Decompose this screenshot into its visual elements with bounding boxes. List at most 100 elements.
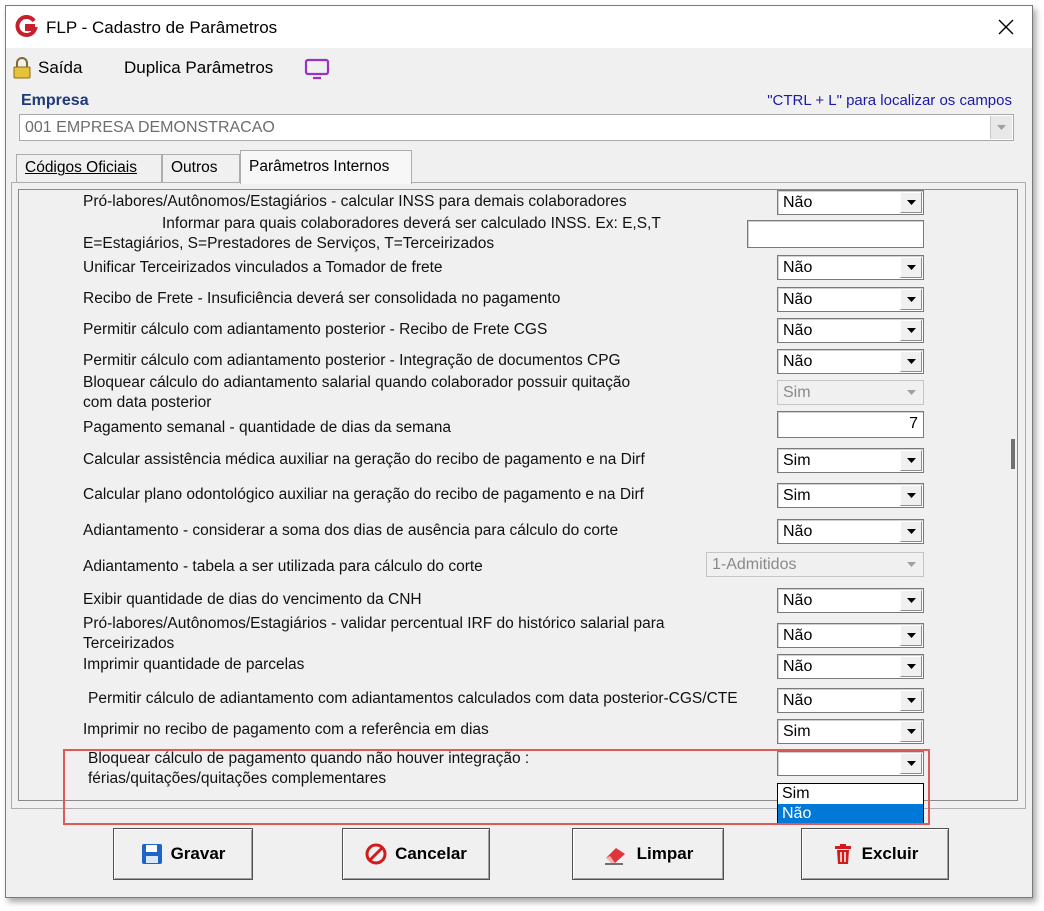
select-value: Não	[783, 592, 813, 609]
cancel-button[interactable]: Cancelar	[342, 828, 490, 880]
select-value: 1-Admitidos	[712, 556, 797, 573]
dropdown-button[interactable]	[900, 320, 922, 341]
field-value: 7	[909, 415, 918, 432]
scrollbar-thumb[interactable]	[1011, 439, 1015, 469]
dropdown-button[interactable]	[900, 485, 922, 506]
dropdown-button[interactable]	[900, 351, 922, 372]
dropdown-button[interactable]	[900, 192, 922, 213]
delete-button[interactable]: Excluir	[801, 828, 949, 880]
save-button[interactable]: Gravar	[113, 828, 253, 880]
dropdown-button[interactable]	[900, 257, 922, 278]
parameter-select[interactable]: Sim	[777, 719, 924, 744]
select-value: Não	[783, 322, 813, 339]
parameter-select[interactable]: Não	[777, 519, 924, 544]
clear-label: Limpar	[636, 844, 694, 863]
dropdown-button[interactable]	[900, 625, 922, 646]
close-icon	[998, 19, 1014, 35]
colaboradores-input[interactable]	[747, 220, 924, 248]
sair-label: Saída	[38, 58, 83, 77]
title-bar: FLP - Cadastro de Parâmetros	[6, 6, 1032, 48]
monitor-icon[interactable]	[304, 58, 330, 80]
parameter-select[interactable]: Não	[777, 688, 924, 713]
toolbar: Saída Duplica Parâmetros	[6, 48, 1032, 88]
duplicate-parameters-label: Duplica Parâmetros	[124, 58, 274, 77]
dropdown-button[interactable]	[900, 721, 922, 742]
tab-label: Códigos Oficiais	[25, 159, 137, 176]
search-hint: "CTRL + L" para localizar os campos	[767, 92, 1012, 109]
save-icon	[141, 844, 162, 864]
duplicate-parameters-button[interactable]: Duplica Parâmetros	[124, 57, 273, 79]
chevron-down-icon	[906, 729, 916, 734]
sair-button[interactable]: Saída	[12, 57, 82, 79]
dropdown-button	[900, 382, 922, 403]
parameter-select[interactable]: Não	[777, 654, 924, 679]
chevron-down-icon	[906, 297, 916, 302]
tab-outros[interactable]: Outros	[162, 154, 240, 182]
chevron-down-icon	[906, 529, 916, 534]
app-logo-icon	[15, 15, 38, 37]
dropdown-button[interactable]	[900, 656, 922, 677]
select-value: Sim	[783, 384, 811, 401]
select-value: Sim	[783, 723, 811, 740]
select-value: Não	[783, 194, 813, 211]
save-label: Gravar	[170, 844, 226, 863]
chevron-down-icon	[906, 633, 916, 638]
parameter-select[interactable]: Não	[777, 255, 924, 280]
dropdown-option-sim[interactable]: Sim	[778, 784, 923, 804]
parameter-select[interactable]: Não	[777, 190, 924, 215]
tab-label: Outros	[171, 159, 218, 176]
parameter-select[interactable]: Não	[777, 623, 924, 648]
parameter-select[interactable]	[777, 751, 924, 776]
chevron-down-icon	[997, 125, 1006, 130]
parameter-select[interactable]: Não	[777, 287, 924, 312]
chevron-down-icon	[906, 664, 916, 669]
select-value: Sim	[783, 487, 811, 504]
select-value: Sim	[783, 452, 811, 469]
tab-parametros-internos[interactable]: Parâmetros Internos	[240, 150, 412, 184]
parameter-select[interactable]: Sim	[777, 483, 924, 508]
dropdown-list[interactable]: Sim Não	[777, 783, 924, 825]
parameter-select: Sim	[777, 380, 924, 405]
delete-label: Excluir	[861, 844, 919, 863]
chevron-down-icon	[906, 359, 916, 364]
cancel-icon	[365, 843, 387, 865]
dropdown-button[interactable]	[900, 590, 922, 611]
chevron-down-icon	[906, 761, 916, 766]
parameter-select: 1-Admitidos	[706, 552, 924, 577]
window-title: FLP - Cadastro de Parâmetros	[46, 18, 278, 37]
dropdown-button	[900, 554, 922, 575]
tab-codigos-oficiais[interactable]: Códigos Oficiais	[16, 154, 162, 182]
clear-button[interactable]: Limpar	[572, 828, 724, 880]
chevron-down-icon	[906, 390, 916, 395]
select-value: Não	[783, 259, 813, 276]
chevron-down-icon	[906, 265, 916, 270]
select-value: Não	[783, 291, 813, 308]
trash-icon	[834, 844, 851, 864]
parameter-select[interactable]: Não	[777, 349, 924, 374]
lock-icon	[13, 57, 31, 79]
chevron-down-icon	[906, 562, 916, 567]
select-value: Não	[783, 353, 813, 370]
tab-label: Parâmetros Internos	[249, 158, 390, 175]
dropdown-button[interactable]	[900, 690, 922, 711]
parameter-select[interactable]: Não	[777, 318, 924, 343]
dropdown-option-nao[interactable]: Não	[778, 804, 923, 824]
dropdown-button[interactable]	[900, 289, 922, 310]
dropdown-button[interactable]	[900, 450, 922, 471]
select-value: Não	[783, 627, 813, 644]
select-value: Não	[783, 692, 813, 709]
dropdown-button[interactable]	[900, 521, 922, 542]
chevron-down-icon	[906, 200, 916, 205]
empresa-dropdown-button[interactable]	[990, 116, 1012, 139]
dropdown-button[interactable]	[900, 753, 922, 774]
empresa-select[interactable]: 001 EMPRESA DEMONSTRACAO	[19, 114, 1014, 141]
parameter-select[interactable]: Sim	[777, 448, 924, 473]
chevron-down-icon	[906, 598, 916, 603]
chevron-down-icon	[906, 698, 916, 703]
eraser-icon	[604, 848, 625, 865]
dias-semana-input[interactable]: 7	[777, 411, 924, 438]
empresa-value: 001 EMPRESA DEMONSTRACAO	[25, 119, 275, 136]
parameter-select[interactable]: Não	[777, 588, 924, 613]
chevron-down-icon	[906, 328, 916, 333]
close-button[interactable]	[988, 12, 1024, 42]
